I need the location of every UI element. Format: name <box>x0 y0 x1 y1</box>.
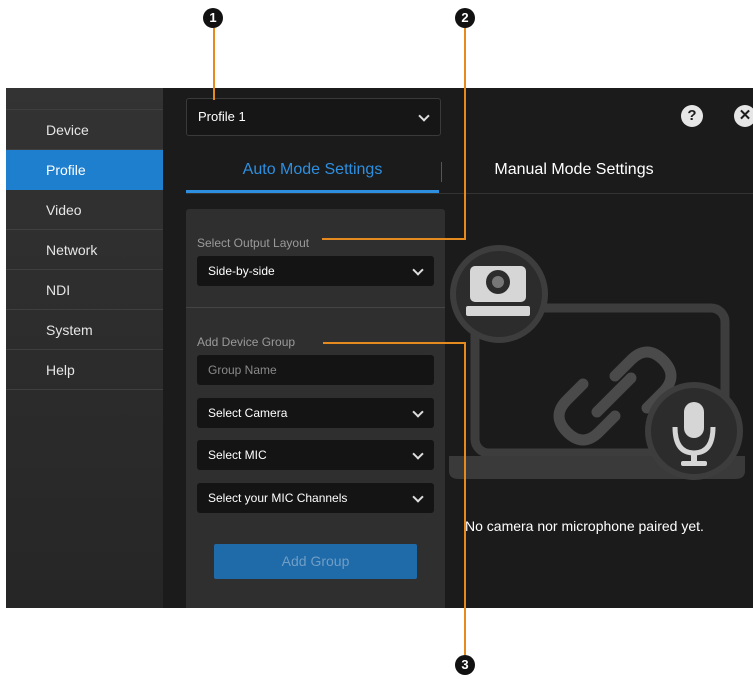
settings-panel: Select Output Layout Side-by-side Add De… <box>186 209 445 608</box>
group-name-input[interactable]: Group Name <box>197 355 434 385</box>
tab-divider <box>441 162 442 182</box>
sidebar-item-ndi[interactable]: NDI <box>6 270 163 310</box>
mic-channels-select[interactable]: Select your MIC Channels <box>197 483 434 513</box>
profile-select-value: Profile 1 <box>198 109 246 124</box>
mic-select[interactable]: Select MIC <box>197 440 434 470</box>
device-group-label: Add Device Group <box>197 335 296 349</box>
sidebar-item-help[interactable]: Help <box>6 350 163 390</box>
mode-tabs: Auto Mode Settings Manual Mode Settings <box>186 148 753 194</box>
chevron-down-icon <box>412 406 424 418</box>
microphone-icon <box>645 382 743 480</box>
sidebar-item-video[interactable]: Video <box>6 190 163 230</box>
pairing-illustration <box>445 209 753 608</box>
chevron-down-icon <box>412 491 424 503</box>
tab-manual-mode-settings[interactable]: Manual Mode Settings <box>444 148 704 192</box>
sidebar-item-device[interactable]: Device <box>6 110 163 150</box>
output-layout-value: Side-by-side <box>208 264 275 278</box>
illustration-svg <box>449 245 745 480</box>
callout-1: 1 <box>203 8 223 28</box>
close-icon[interactable]: ✕ <box>734 105 753 127</box>
callout-3-line <box>464 342 466 655</box>
callout-1-line <box>213 28 215 100</box>
profile-select[interactable]: Profile 1 <box>186 98 441 136</box>
sidebar-item-system[interactable]: System <box>6 310 163 350</box>
sidebar-item-profile[interactable]: Profile <box>6 150 163 190</box>
chevron-down-icon <box>418 110 430 122</box>
mic-select-value: Select MIC <box>208 448 267 462</box>
sidebar: Device Profile Video Network NDI System … <box>6 88 163 608</box>
add-group-button[interactable]: Add Group <box>214 544 417 579</box>
app-window: Device Profile Video Network NDI System … <box>6 88 753 608</box>
section-divider <box>186 307 445 308</box>
callout-2-line-h <box>322 238 466 240</box>
no-device-message: No camera nor microphone paired yet. <box>465 518 704 534</box>
tab-auto-mode-settings[interactable]: Auto Mode Settings <box>186 148 439 193</box>
output-layout-select[interactable]: Side-by-side <box>197 256 434 286</box>
sidebar-item-network[interactable]: Network <box>6 230 163 270</box>
output-layout-label: Select Output Layout <box>197 236 310 250</box>
callout-2: 2 <box>455 8 475 28</box>
callout-3: 3 <box>455 655 475 675</box>
callout-3-line-h <box>323 342 466 344</box>
help-icon[interactable]: ? <box>681 105 703 127</box>
chevron-down-icon <box>412 264 424 276</box>
callout-2-line <box>464 28 466 240</box>
camera-select-value: Select Camera <box>208 406 288 420</box>
camera-icon <box>450 245 548 343</box>
camera-select[interactable]: Select Camera <box>197 398 434 428</box>
mic-channels-select-value: Select your MIC Channels <box>208 491 348 505</box>
main-content: Profile 1 ? ✕ Auto Mode Settings Manual … <box>163 88 753 608</box>
chevron-down-icon <box>412 448 424 460</box>
